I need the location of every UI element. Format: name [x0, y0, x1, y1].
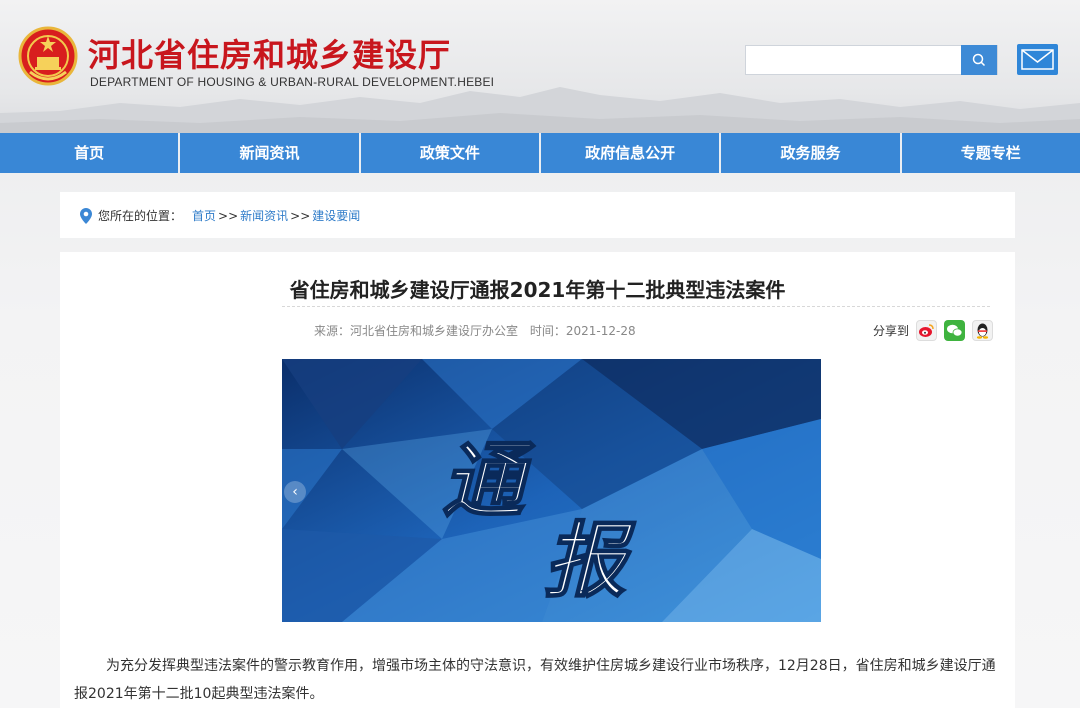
breadcrumb-label: 您所在的位置：: [98, 209, 183, 223]
banner-graphic: 通 报: [282, 359, 821, 622]
qq-icon[interactable]: [972, 320, 994, 341]
nav-item-home[interactable]: 首页: [0, 133, 181, 173]
breadcrumb-separator: >>: [290, 208, 311, 223]
mail-icon: [1021, 49, 1054, 70]
share-label: 分享到: [873, 324, 910, 338]
nav-item-news[interactable]: 新闻资讯: [180, 133, 361, 173]
search-button[interactable]: [961, 45, 997, 75]
site-header: 河北省住房和城乡建设厅 DEPARTMENT OF HOUSING & URBA…: [0, 0, 1080, 133]
banner-title-char-2: 报: [544, 514, 636, 609]
title-divider: [282, 306, 990, 307]
share-bar: 分享到: [873, 320, 994, 341]
article-panel: 省住房和城乡建设厅通报2021年第十二批典型违法案件 来源：河北省住房和城乡建设…: [60, 252, 1015, 708]
banner-title-char-1: 通: [442, 434, 535, 529]
article-banner-image: 通 报 ‹: [282, 359, 821, 622]
search-input[interactable]: [746, 46, 964, 74]
carousel-prev-button[interactable]: ‹: [284, 481, 306, 503]
nav-item-special-topics[interactable]: 专题专栏: [902, 133, 1080, 173]
breadcrumb-construction-news[interactable]: 建设要闻: [312, 207, 360, 224]
location-pin-icon: [80, 207, 92, 224]
breadcrumb-news[interactable]: 新闻资讯: [240, 207, 288, 224]
mail-button[interactable]: [1017, 44, 1058, 75]
search-icon: [972, 53, 986, 67]
breadcrumb-separator: >>: [218, 208, 239, 223]
breadcrumb: 您所在的位置： 首页 >> 新闻资讯 >> 建设要闻: [80, 207, 360, 224]
weibo-icon[interactable]: [916, 320, 938, 341]
breadcrumb-panel: 您所在的位置： 首页 >> 新闻资讯 >> 建设要闻: [60, 192, 1015, 238]
main-nav: 首页 新闻资讯 政策文件 政府信息公开 政务服务 专题专栏: [0, 133, 1080, 173]
national-emblem-icon: [18, 26, 78, 86]
article-meta: 来源：河北省住房和城乡建设厅办公室 时间：2021-12-28: [314, 322, 644, 339]
nav-item-gov-info[interactable]: 政府信息公开: [541, 133, 722, 173]
site-title-english: DEPARTMENT OF HOUSING & URBAN-RURAL DEVE…: [90, 75, 495, 89]
nav-item-gov-services[interactable]: 政务服务: [721, 133, 902, 173]
nav-item-policy[interactable]: 政策文件: [361, 133, 541, 173]
article-time: 时间：2021-12-28: [529, 324, 636, 338]
wechat-icon[interactable]: [944, 320, 966, 341]
article-body-paragraph: 为充分发挥典型违法案件的警示教育作用，增强市场主体的守法意识，有效维护住房城乡建…: [74, 658, 996, 702]
article-source: 来源：河北省住房和城乡建设厅办公室: [314, 324, 519, 338]
article-title: 省住房和城乡建设厅通报2021年第十二批典型违法案件: [289, 278, 786, 302]
search-box: [745, 45, 998, 75]
site-title: 河北省住房和城乡建设厅: [88, 36, 452, 74]
breadcrumb-home[interactable]: 首页: [192, 207, 216, 224]
